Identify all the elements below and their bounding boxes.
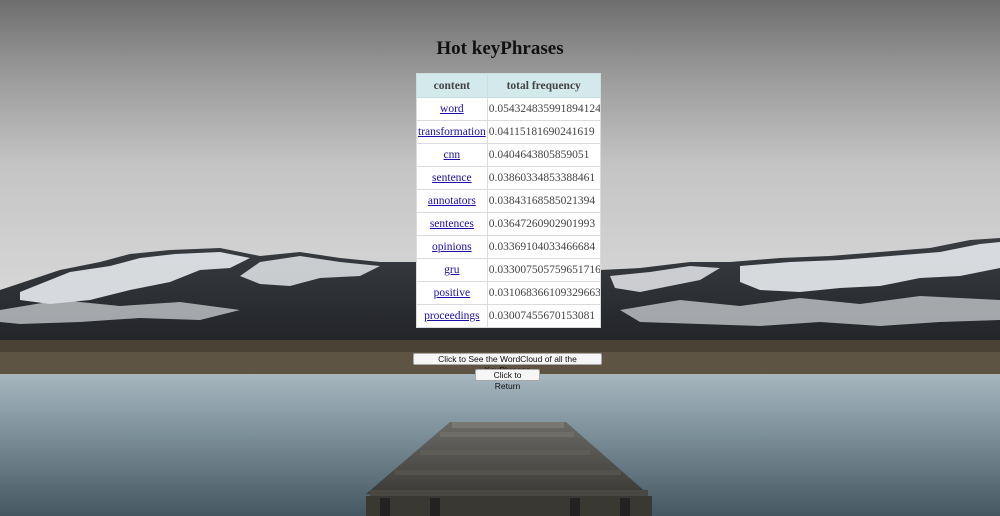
keyphrases-table: content total frequency word 0.054324835… bbox=[416, 73, 601, 328]
content-cell: annotators bbox=[416, 189, 488, 213]
keyphrase-link[interactable]: proceedings bbox=[424, 310, 480, 322]
table-row: sentences 0.03647260902901993 bbox=[416, 212, 601, 236]
table-row: sentence 0.03860334853388461 bbox=[416, 166, 601, 190]
keyphrase-link[interactable]: cnn bbox=[444, 149, 461, 161]
table-row: cnn 0.0404643805859051 bbox=[416, 143, 601, 167]
content-cell: proceedings bbox=[416, 304, 488, 328]
frequency-cell: 0.033007505759651716 bbox=[486, 258, 601, 282]
content-cell: sentence bbox=[416, 166, 488, 190]
keyphrase-link[interactable]: transformation bbox=[418, 126, 486, 138]
page-title: Hot keyPhrases bbox=[436, 38, 564, 59]
wordcloud-button[interactable]: Click to See the WordCloud of all the Ke… bbox=[413, 353, 602, 375]
keyphrase-link[interactable]: opinions bbox=[432, 241, 472, 253]
content-cell: word bbox=[416, 97, 488, 121]
frequency-cell: 0.054324835991894124 bbox=[486, 97, 601, 121]
column-header-content: content bbox=[416, 73, 488, 98]
content-cell: cnn bbox=[416, 143, 488, 167]
keyphrase-link[interactable]: gru bbox=[444, 264, 459, 276]
table-row: gru 0.033007505759651716 bbox=[416, 258, 601, 282]
frequency-cell: 0.03860334853388461 bbox=[486, 166, 601, 190]
keyphrase-link[interactable]: positive bbox=[434, 287, 470, 299]
content-cell: gru bbox=[416, 258, 488, 282]
return-button[interactable]: Click to Return bbox=[475, 369, 540, 391]
frequency-cell: 0.04115181690241619 bbox=[486, 120, 601, 144]
column-header-total-frequency: total frequency bbox=[486, 73, 601, 98]
keyphrase-link[interactable]: sentences bbox=[430, 218, 474, 230]
frequency-cell: 0.03007455670153081 bbox=[486, 304, 601, 328]
table-row: proceedings 0.03007455670153081 bbox=[416, 304, 601, 328]
keyphrase-link[interactable]: sentence bbox=[432, 172, 472, 184]
keyphrase-link[interactable]: annotators bbox=[428, 195, 476, 207]
frequency-cell: 0.0404643805859051 bbox=[486, 143, 601, 167]
table-header-row: content total frequency bbox=[416, 73, 601, 98]
frequency-cell: 0.03369104033466684 bbox=[486, 235, 601, 259]
table-row: annotators 0.03843168585021394 bbox=[416, 189, 601, 213]
frequency-cell: 0.03843168585021394 bbox=[486, 189, 601, 213]
content-cell: transformation bbox=[416, 120, 488, 144]
frequency-cell: 0.031068366109329663 bbox=[486, 281, 601, 305]
keyphrases-table-container: content total frequency word 0.054324835… bbox=[416, 73, 601, 328]
table-row: transformation 0.04115181690241619 bbox=[416, 120, 601, 144]
table-row: positive 0.031068366109329663 bbox=[416, 281, 601, 305]
table-row: word 0.054324835991894124 bbox=[416, 97, 601, 121]
keyphrase-link[interactable]: word bbox=[440, 103, 464, 115]
content-cell: positive bbox=[416, 281, 488, 305]
content-cell: opinions bbox=[416, 235, 488, 259]
content-cell: sentences bbox=[416, 212, 488, 236]
frequency-cell: 0.03647260902901993 bbox=[486, 212, 601, 236]
table-row: opinions 0.03369104033466684 bbox=[416, 235, 601, 259]
